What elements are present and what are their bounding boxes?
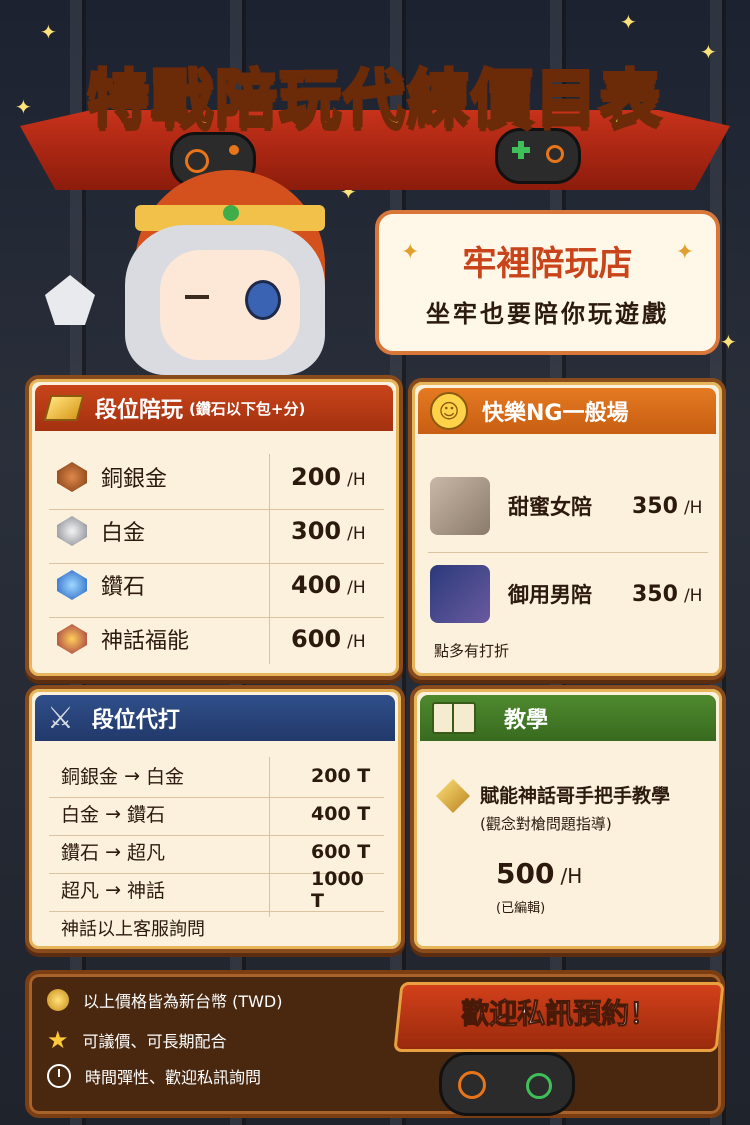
mascot-character [45, 150, 365, 380]
footer-note: 以上價格皆為新台幣 (TWD) [47, 988, 283, 1012]
diamond-rank-icon [57, 570, 87, 600]
companion-row: 甜蜜女陪 350/H [430, 477, 720, 535]
rank-play-header: 段位陪玩 (鑽石以下包+分) [35, 385, 393, 431]
book-icon [432, 702, 476, 734]
rank-name: 神話福能 [101, 629, 190, 654]
crossed-swords-icon: ⚔ [47, 700, 74, 736]
clock-icon [47, 1064, 71, 1088]
teach-title: 教學 [504, 708, 549, 733]
shop-speech-bubble: ✦ ✦ 牢裡陪玩店 坐牢也要陪你玩遊戲 [375, 210, 720, 355]
teach-header: 教學 [420, 695, 716, 741]
teach-sub: (觀念對槍問題指導) [480, 815, 612, 833]
boost-note: 神話以上客服詢問 [61, 919, 205, 940]
rank-name: 銅銀金 [101, 467, 168, 492]
boost-row: 白金 → 鑽石 400 T [61, 802, 371, 827]
shop-tagline: 坐牢也要陪你玩遊戲 [426, 300, 669, 328]
companion-name: 甜蜜女陪 [508, 495, 592, 519]
boost-panel: ⚔ 段位代打 銅銀金 → 白金 200 T 白金 → 鑽石 400 T 鑽石 →… [25, 685, 405, 953]
companion-name: 御用男陪 [508, 583, 592, 607]
cta-banner[interactable]: 歡迎私訊預約！ [393, 982, 725, 1052]
boost-row: 超凡 → 神話 1000 T [61, 867, 364, 912]
teach-price: 500/H [496, 857, 583, 890]
rank-price: 600/H [291, 625, 366, 653]
boost-row: 銅銀金 → 白金 200 T [61, 764, 371, 789]
rank-play-title: 段位陪玩 [95, 398, 184, 423]
footer-note: 時間彈性、歡迎私訊詢問 [47, 1064, 261, 1088]
shop-name: 牢裡陪玩店 [462, 244, 633, 284]
boost-row: 鑽石 → 超凡 600 T [61, 840, 371, 865]
rank-play-panel: 段位陪玩 (鑽石以下包+分) 銅銀金 200/H 白金 300/H 鑽石 400… [25, 375, 403, 680]
gold-bar-icon [43, 395, 85, 421]
mythic-rank-icon [57, 624, 87, 654]
cat-avatar [430, 477, 490, 535]
casual-title: 快樂NG一般場 [482, 401, 629, 426]
rank-name: 白金 [101, 521, 146, 546]
hamster-avatar [430, 565, 490, 623]
rank-play-subtitle: (鑽石以下包+分) [189, 399, 306, 418]
coin-icon [47, 989, 69, 1011]
star-icon: ★ [47, 1026, 69, 1054]
companion-price: 350/H [632, 493, 703, 519]
page-title: 特戰陪玩代練價目表 [85, 61, 663, 137]
teach-item: 賦能神話哥手把手教學 [480, 785, 671, 807]
mythic-emblem-icon [436, 779, 470, 813]
casual-header: ☺ 快樂NG一般場 [418, 388, 716, 434]
rank-price: 300/H [291, 517, 366, 545]
boost-title: 段位代打 [91, 708, 180, 733]
smile-icon: ☺ [430, 392, 468, 430]
rank-row: 白金 300/H [57, 515, 387, 547]
edited-note: (已編輯) [496, 901, 546, 916]
casual-panel: ☺ 快樂NG一般場 甜蜜女陪 350/H 御用男陪 350/H 點多有打折 [408, 378, 726, 680]
footer-note: ★ 可議價、可長期配合 [47, 1026, 227, 1054]
discount-note: 點多有打折 [434, 642, 510, 660]
companion-price: 350/H [632, 581, 703, 607]
rank-price: 200/H [291, 463, 366, 491]
rank-row: 神話福能 600/H [57, 623, 387, 655]
bronze-rank-icon [57, 462, 87, 492]
footer-panel: 以上價格皆為新台幣 (TWD) ★ 可議價、可長期配合 時間彈性、歡迎私訊詢問 … [25, 970, 725, 1118]
rank-name: 鑽石 [101, 575, 146, 600]
rank-price: 400/H [291, 571, 366, 599]
platinum-rank-icon [57, 516, 87, 546]
rank-row: 鑽石 400/H [57, 569, 387, 601]
teach-panel: 教學 賦能神話哥手把手教學 (觀念對槍問題指導) 500/H (已編輯) [410, 685, 726, 953]
companion-row: 御用男陪 350/H [430, 565, 720, 623]
cta-text[interactable]: 歡迎私訊預約！ [400, 985, 718, 1043]
gamepad-icon [439, 1052, 575, 1116]
boost-header: ⚔ 段位代打 [35, 695, 395, 741]
rank-row: 銅銀金 200/H [57, 461, 387, 493]
